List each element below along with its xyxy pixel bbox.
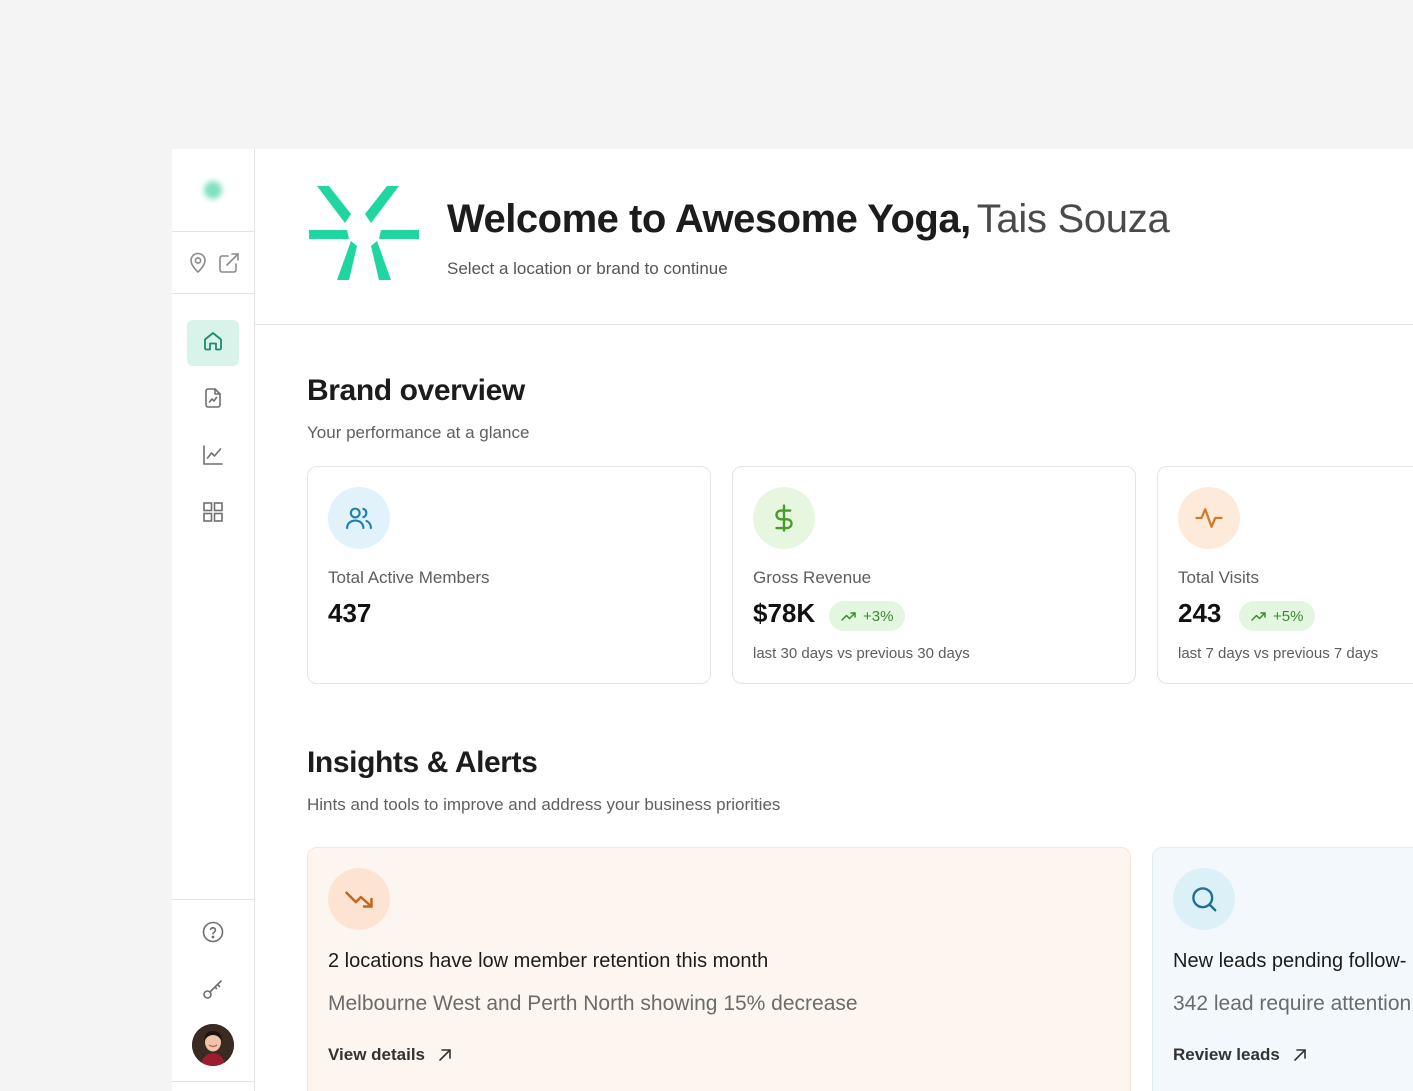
welcome-text: Welcome to Awesome Yoga, [447, 197, 971, 241]
sidebar-logo[interactable] [172, 149, 254, 232]
nav-reports[interactable] [187, 377, 239, 423]
trend-badge: +3% [829, 601, 906, 631]
arrow-up-right-icon [1293, 1049, 1306, 1061]
link-label: View details [328, 1045, 426, 1064]
kpi-value: 437 [328, 598, 372, 628]
kpi-card-visits[interactable]: Total Visits 243 +5% last 7 days vs prev… [1157, 466, 1413, 684]
location-pin-icon[interactable] [186, 251, 210, 275]
kpi-label: Total Active Members [328, 568, 490, 587]
kpi-value: 243 [1178, 598, 1222, 628]
sidebar [172, 149, 255, 1091]
insights-title: Insights & Alerts [307, 746, 538, 779]
key-icon [201, 977, 225, 1006]
trend-badge: +5% [1239, 601, 1316, 631]
external-link-icon[interactable] [217, 251, 241, 275]
sidebar-divider [172, 899, 254, 900]
trending-up-icon [1251, 612, 1266, 621]
line-chart-icon [201, 443, 225, 472]
sidebar-footer-divider [172, 1081, 254, 1082]
kpi-note: last 30 days vs previous 30 days [753, 645, 970, 662]
review-leads-link[interactable]: Review leads [1173, 1045, 1308, 1065]
user-name: Tais Souza [976, 197, 1170, 241]
search-icon [1173, 868, 1235, 930]
link-label: Review leads [1173, 1045, 1280, 1064]
sidebar-logo-mark [204, 181, 222, 199]
page-header: Welcome to Awesome Yoga, Tais Souza Selec… [255, 149, 1413, 325]
alert-description: Melbourne West and Perth North showing 1… [328, 992, 858, 1015]
alert-description: 342 lead require attention [1173, 992, 1412, 1015]
nav-analytics[interactable] [187, 434, 239, 480]
trend-value: +5% [1273, 607, 1304, 625]
brand-logo-icon [309, 186, 419, 280]
home-icon [201, 329, 225, 358]
kpi-label: Gross Revenue [753, 568, 872, 587]
kpi-note: last 7 days vs previous 7 days [1178, 645, 1379, 662]
alert-title: 2 locations have low member retention th… [328, 950, 769, 972]
report-icon [201, 386, 225, 415]
kpi-label: Total Visits [1178, 568, 1259, 587]
arrow-up-right-icon [439, 1049, 451, 1061]
page-subtitle: Select a location or brand to continue [447, 259, 728, 278]
brand-overview-subtitle: Your performance at a glance [307, 423, 530, 442]
view-details-link[interactable]: View details [328, 1045, 453, 1065]
sidebar-tools [172, 232, 254, 294]
kpi-card-revenue[interactable]: Gross Revenue $78K +3% last 30 days vs p… [732, 466, 1136, 684]
avatar[interactable] [192, 1024, 234, 1066]
trend-value: +3% [863, 607, 894, 625]
page-title: Welcome to Awesome Yoga, Tais Souza [447, 195, 1170, 243]
activity-icon [1178, 487, 1240, 549]
dollar-icon [753, 487, 815, 549]
help-icon [201, 920, 225, 949]
kpi-card-members[interactable]: Total Active Members 437 [307, 466, 711, 684]
alert-card-retention[interactable]: 2 locations have low member retention th… [307, 847, 1131, 1091]
trending-down-icon [328, 868, 390, 930]
help-button[interactable] [199, 920, 227, 948]
users-icon [328, 487, 390, 549]
key-button[interactable] [199, 977, 227, 1005]
grid-icon [201, 500, 225, 529]
brand-overview-title: Brand overview [307, 374, 525, 407]
trending-up-icon [841, 612, 856, 621]
alert-card-leads[interactable]: New leads pending follow- 342 lead requi… [1152, 847, 1413, 1091]
nav-apps[interactable] [187, 491, 239, 537]
insights-subtitle: Hints and tools to improve and address y… [307, 795, 781, 814]
app-window: Welcome to Awesome Yoga, Tais Souza Selec… [172, 149, 1413, 1091]
nav-home[interactable] [187, 320, 239, 366]
kpi-value: $78K [753, 598, 816, 628]
alert-title: New leads pending follow- [1173, 950, 1407, 972]
